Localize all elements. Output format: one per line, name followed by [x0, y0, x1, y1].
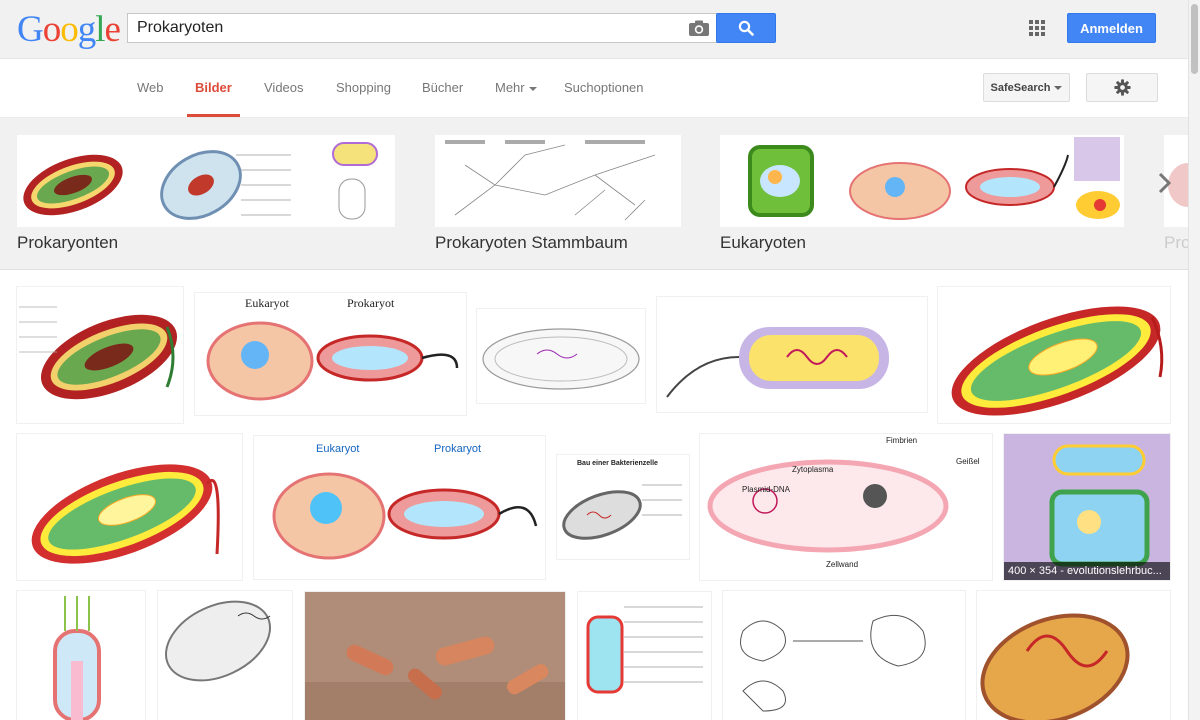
- related-thumbnails: [17, 135, 395, 227]
- logo-letter: l: [95, 9, 105, 50]
- tab-web[interactable]: Web: [137, 80, 164, 95]
- plant-cell-thumbnail: [720, 135, 840, 227]
- apps-grid-icon[interactable]: [1029, 20, 1045, 36]
- cell-thumbnail: [1070, 135, 1124, 227]
- bacterium-image: [17, 434, 242, 580]
- comparison-image: Eukaryot Prokaryot: [254, 436, 545, 579]
- image-result[interactable]: [17, 591, 145, 720]
- logo-letter: o: [42, 9, 61, 50]
- search-tabs-bar: Web Bilder Videos Shopping Bücher Mehr S…: [0, 58, 1188, 118]
- chevron-down-icon: [1054, 85, 1063, 90]
- tab-more[interactable]: Mehr: [495, 80, 537, 95]
- related-search-label: Eukaryoten: [720, 233, 806, 252]
- chevron-right-icon[interactable]: [1153, 168, 1177, 198]
- diagram-label: Plasmid-DNA: [742, 485, 791, 494]
- chevron-down-icon: [528, 86, 537, 91]
- related-thumbnails: [435, 135, 681, 227]
- sketch-image: [477, 309, 645, 403]
- scrollbar-thumb[interactable]: [1191, 4, 1198, 74]
- sketch-image: [723, 591, 965, 720]
- tab-search-tools[interactable]: Suchoptionen: [564, 80, 644, 95]
- bacterium-thumbnail: [17, 135, 131, 227]
- top-bar: Google Anmelden: [0, 0, 1188, 58]
- image-result[interactable]: 400 × 354 - evolutionslehrbuc...: [1004, 434, 1170, 580]
- tab-videos[interactable]: Videos: [264, 80, 304, 95]
- diagram-label: Prokaryot: [347, 296, 395, 310]
- logo-letter: g: [77, 9, 96, 50]
- image-result[interactable]: [305, 592, 565, 720]
- camera-icon[interactable]: [688, 20, 710, 37]
- related-search-label: Pro: [1164, 233, 1188, 252]
- tab-more-label: Mehr: [495, 80, 525, 95]
- sketch-image: [17, 591, 145, 720]
- image-result[interactable]: [977, 591, 1170, 720]
- sketch-image: [578, 592, 711, 720]
- diagram-label: Eukaryot: [245, 296, 290, 310]
- diagram-label: Zytoplasma: [792, 465, 834, 474]
- image-result[interactable]: [477, 309, 645, 403]
- related-thumbnails: [720, 135, 1124, 227]
- bacterium-image: [17, 287, 183, 423]
- logo-letter: G: [17, 9, 44, 50]
- image-result[interactable]: [938, 287, 1170, 423]
- tab-shopping[interactable]: Shopping: [336, 80, 391, 95]
- related-search-card[interactable]: Prokaryoten Stammbaum: [435, 135, 681, 252]
- related-search-label: Prokaryonten: [17, 233, 119, 252]
- gear-icon: [1113, 79, 1131, 96]
- cell-diagram-thumbnail: [131, 135, 311, 227]
- diagram-label: Zellwand: [826, 560, 858, 569]
- safesearch-label: SafeSearch: [990, 81, 1051, 94]
- related-search-card[interactable]: Prokaryonten: [17, 135, 395, 252]
- image-result[interactable]: [723, 591, 965, 720]
- tab-books[interactable]: Bücher: [422, 80, 463, 95]
- logo-letter: o: [60, 9, 78, 50]
- image-result[interactable]: Eukaryot Prokaryot: [254, 436, 545, 579]
- image-result[interactable]: Fimbrien Geißel Zytoplasma Plasmid-DNA Z…: [700, 434, 992, 580]
- image-result[interactable]: [17, 287, 183, 423]
- signin-button[interactable]: Anmelden: [1067, 13, 1156, 43]
- diagram-label: Eukaryot: [316, 443, 359, 455]
- search-box: [127, 13, 717, 43]
- image-size-caption: 400 × 354 - evolutionslehrbuc...: [1004, 562, 1170, 580]
- diagram-label: Fimbrien: [886, 436, 917, 445]
- search-input[interactable]: [137, 14, 677, 42]
- comparison-thumbnail: [840, 135, 1070, 227]
- safesearch-button[interactable]: SafeSearch: [983, 73, 1070, 102]
- active-tab-indicator: [187, 114, 240, 117]
- search-icon: [738, 20, 754, 36]
- bacterium-image: [938, 287, 1170, 423]
- image-result[interactable]: Bau einer Bakterienzelle: [557, 455, 689, 559]
- related-searches-strip: Prokaryonten Prokaryoten Stammbaum Eukar…: [0, 118, 1188, 270]
- google-logo[interactable]: Google: [17, 9, 121, 50]
- orange-cell-image: [977, 591, 1170, 720]
- related-search-card[interactable]: Eukaryoten: [720, 135, 1124, 252]
- settings-button[interactable]: [1086, 73, 1158, 102]
- violet-cell-image: [657, 297, 927, 412]
- purple-chart-image: [1004, 434, 1170, 580]
- sketch-image: Bau einer Bakterienzelle: [557, 455, 689, 559]
- diagram-title: Bau einer Bakterienzelle: [577, 460, 658, 467]
- page-scrollbar[interactable]: [1188, 0, 1200, 720]
- logo-letter: e: [104, 9, 121, 50]
- cell-sketch-thumbnail: [311, 135, 395, 227]
- search-button[interactable]: [716, 13, 776, 43]
- related-search-label: Prokaryoten Stammbaum: [435, 233, 628, 252]
- sketch-image: [158, 591, 292, 720]
- image-result[interactable]: [657, 297, 927, 412]
- bacteria-photo: [305, 592, 565, 720]
- image-result[interactable]: [158, 591, 292, 720]
- image-result[interactable]: Eukaryot Prokaryot: [195, 293, 466, 415]
- image-results-grid: Eukaryot Prokaryot Eukaryot Prokaryot Ba…: [0, 270, 1188, 720]
- diagram-label: Geißel: [956, 457, 980, 466]
- pink-cell-image: Fimbrien Geißel Zytoplasma Plasmid-DNA Z…: [700, 434, 992, 580]
- image-result[interactable]: [578, 592, 711, 720]
- tree-diagram-thumbnail: [435, 135, 681, 227]
- image-result[interactable]: [17, 434, 242, 580]
- tab-images[interactable]: Bilder: [195, 80, 232, 95]
- comparison-image: Eukaryot Prokaryot: [195, 293, 466, 415]
- diagram-label: Prokaryot: [434, 443, 481, 455]
